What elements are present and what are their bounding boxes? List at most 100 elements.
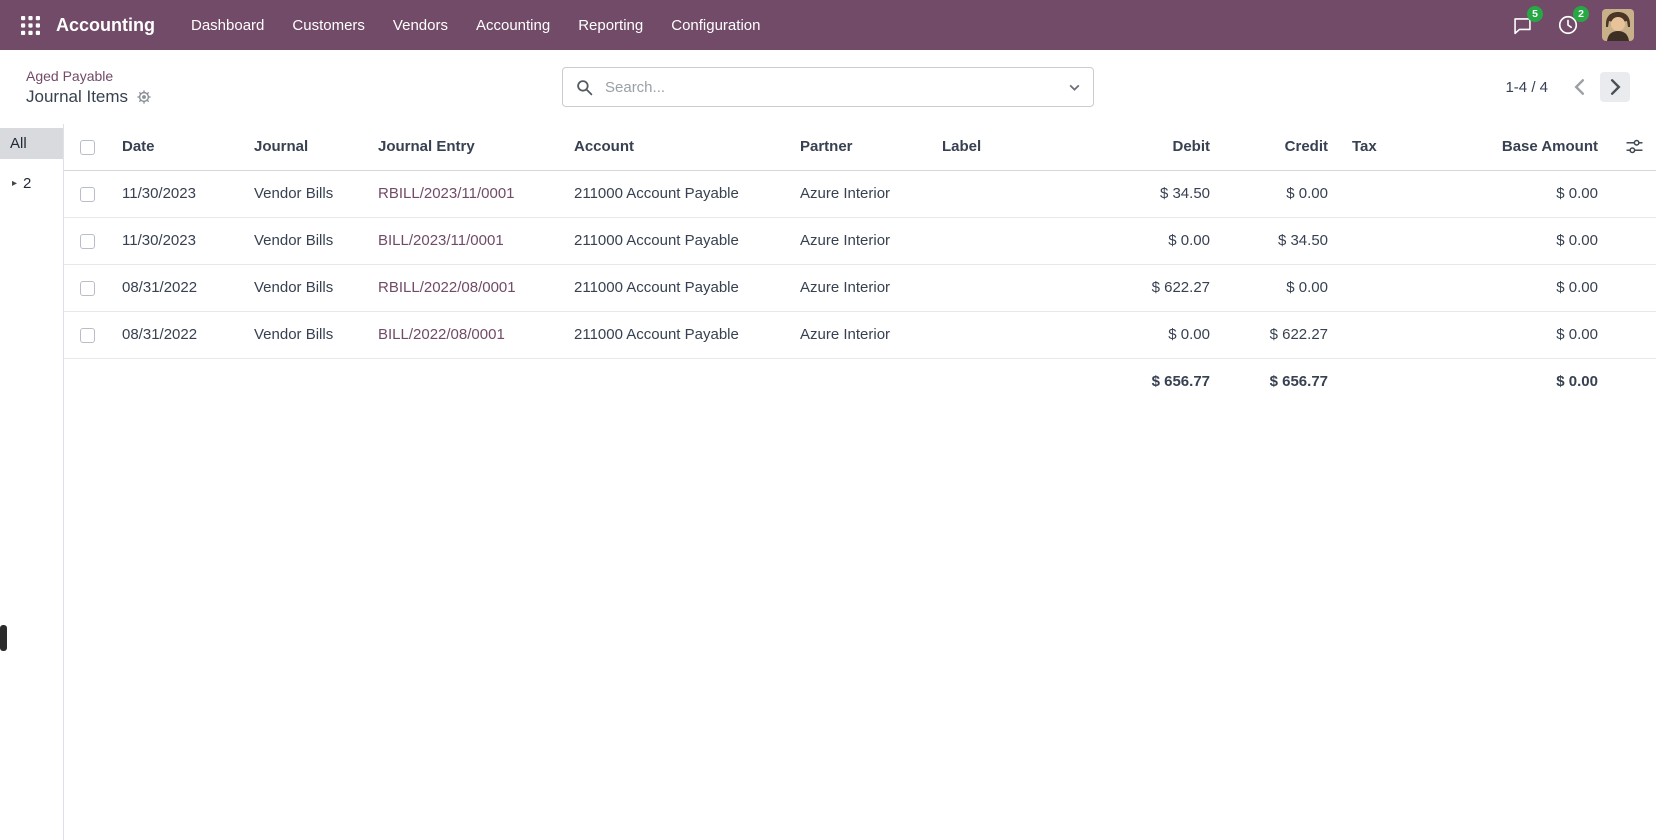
cell-date: 08/31/2022 — [112, 311, 244, 358]
nav-item-dashboard[interactable]: Dashboard — [181, 10, 274, 41]
column-header-journal[interactable]: Journal — [244, 124, 368, 170]
chevron-right-icon — [1610, 79, 1621, 95]
cell-tax — [1342, 311, 1404, 358]
cell-date: 11/30/2023 — [112, 170, 244, 217]
activities-button[interactable]: 2 — [1556, 13, 1580, 37]
view-settings-button[interactable] — [137, 90, 151, 104]
column-settings-cell — [1612, 124, 1656, 170]
breadcrumb-aged-payable[interactable]: Aged Payable — [26, 68, 113, 84]
top-nav: Accounting Dashboard Customers Vendors Acco… — [0, 0, 1656, 50]
cell-account: 211000 Account Payable — [564, 217, 790, 264]
column-header-debit[interactable]: Debit — [1102, 124, 1224, 170]
column-header-label[interactable]: Label — [932, 124, 1102, 170]
messages-button[interactable]: 5 — [1510, 13, 1534, 37]
cell-debit: $ 34.50 — [1102, 170, 1224, 217]
systray: 5 2 — [1510, 9, 1640, 41]
nav-item-reporting[interactable]: Reporting — [568, 10, 653, 41]
cell-label — [932, 217, 1102, 264]
nav-menu: Dashboard Customers Vendors Accounting Repor… — [181, 10, 770, 41]
nav-item-customers[interactable]: Customers — [282, 10, 375, 41]
left-scrollbar-thumb[interactable] — [0, 625, 7, 651]
pager-range: 1-4 / 4 — [1505, 79, 1548, 96]
avatar-image — [1602, 9, 1634, 41]
user-avatar[interactable] — [1602, 9, 1634, 41]
control-panel: Aged Payable Journal Items — [0, 50, 1656, 124]
cell-account: 211000 Account Payable — [564, 170, 790, 217]
totals-base-amount: $ 0.00 — [1404, 358, 1612, 404]
column-header-credit[interactable]: Credit — [1224, 124, 1342, 170]
row-checkbox[interactable] — [80, 234, 95, 249]
table-row[interactable]: 08/31/2022Vendor BillsBILL/2022/08/00012… — [64, 311, 1656, 358]
nav-item-vendors[interactable]: Vendors — [383, 10, 458, 41]
sidebar-group[interactable]: ▸ 2 — [0, 175, 63, 192]
row-end-cell — [1612, 217, 1656, 264]
pager-next-button[interactable] — [1600, 72, 1630, 102]
column-header-date[interactable]: Date — [112, 124, 244, 170]
cell-base_amount: $ 0.00 — [1404, 217, 1612, 264]
pager: 1-4 / 4 — [1505, 72, 1630, 102]
cell-debit: $ 0.00 — [1102, 311, 1224, 358]
nav-item-configuration[interactable]: Configuration — [661, 10, 770, 41]
cell-credit: $ 622.27 — [1224, 311, 1342, 358]
journal-entry-link[interactable]: RBILL/2022/08/0001 — [378, 279, 516, 296]
cell-debit: $ 622.27 — [1102, 264, 1224, 311]
column-header-account[interactable]: Account — [564, 124, 790, 170]
row-end-cell — [1612, 170, 1656, 217]
column-header-partner[interactable]: Partner — [790, 124, 932, 170]
row-checkbox[interactable] — [80, 328, 95, 343]
row-checkbox[interactable] — [80, 187, 95, 202]
search-options-toggle[interactable] — [1055, 68, 1093, 106]
page-title: Journal Items — [26, 87, 128, 107]
cell-credit: $ 34.50 — [1224, 217, 1342, 264]
search-input[interactable] — [597, 79, 1055, 96]
optional-columns-button[interactable] — [1619, 132, 1649, 162]
cell-tax — [1342, 170, 1404, 217]
column-header-entry[interactable]: Journal Entry — [368, 124, 564, 170]
cell-tax — [1342, 264, 1404, 311]
row-end-cell — [1612, 264, 1656, 311]
apps-menu-button[interactable] — [12, 7, 48, 43]
table-row[interactable]: 08/31/2022Vendor Bills RBILL/2022/08/0001… — [64, 264, 1656, 311]
app-name[interactable]: Accounting — [56, 15, 155, 36]
sliders-icon — [1626, 138, 1643, 155]
cell-base_amount: $ 0.00 — [1404, 264, 1612, 311]
pager-previous-button[interactable] — [1564, 72, 1594, 102]
apps-grid-icon — [21, 16, 40, 35]
row-checkbox[interactable] — [80, 281, 95, 296]
journal-entry-link[interactable]: BILL/2022/08/0001 — [378, 326, 505, 343]
messages-badge: 5 — [1527, 6, 1543, 22]
search-bar — [562, 67, 1094, 107]
row-select-cell — [64, 311, 112, 358]
gear-icon — [137, 90, 151, 104]
journal-entry-link[interactable]: RBILL/2023/11/0001 — [378, 185, 515, 202]
chevron-down-icon — [1068, 81, 1081, 94]
select-all-checkbox[interactable] — [80, 140, 95, 155]
sidebar-group-label: 2 — [23, 175, 31, 192]
totals-credit: $ 656.77 — [1224, 358, 1342, 404]
totals-row: $ 656.77 $ 656.77 $ 0.00 — [64, 358, 1656, 404]
select-all-cell — [64, 124, 112, 170]
cell-credit: $ 0.00 — [1224, 264, 1342, 311]
journal-entry-link[interactable]: BILL/2023/11/0001 — [378, 232, 504, 249]
cell-partner: Azure Interior — [790, 217, 932, 264]
breadcrumb-area: Aged Payable Journal Items — [26, 68, 151, 107]
totals-debit: $ 656.77 — [1102, 358, 1224, 404]
column-header-base_amount[interactable]: Base Amount — [1404, 124, 1612, 170]
row-end-cell — [1612, 311, 1656, 358]
cell-journal: Vendor Bills — [244, 264, 368, 311]
totals-spacer — [64, 358, 1102, 404]
sidebar-item-all[interactable]: All — [0, 128, 63, 159]
row-select-cell — [64, 264, 112, 311]
table-row[interactable]: 11/30/2023Vendor BillsBILL/2023/11/00012… — [64, 217, 1656, 264]
journal-items-body: 11/30/2023Vendor Bills RBILL/2023/11/0001… — [64, 170, 1656, 404]
totals-end — [1612, 358, 1656, 404]
cell-date: 08/31/2022 — [112, 264, 244, 311]
cell-journal: Vendor Bills — [244, 170, 368, 217]
cell-journal: Vendor Bills — [244, 217, 368, 264]
cell-debit: $ 0.00 — [1102, 217, 1224, 264]
column-header-tax[interactable]: Tax — [1342, 124, 1404, 170]
cell-partner: Azure Interior — [790, 170, 932, 217]
table-row[interactable]: 11/30/2023Vendor Bills RBILL/2023/11/0001… — [64, 170, 1656, 217]
caret-right-icon: ▸ — [12, 179, 17, 189]
nav-item-accounting[interactable]: Accounting — [466, 10, 560, 41]
